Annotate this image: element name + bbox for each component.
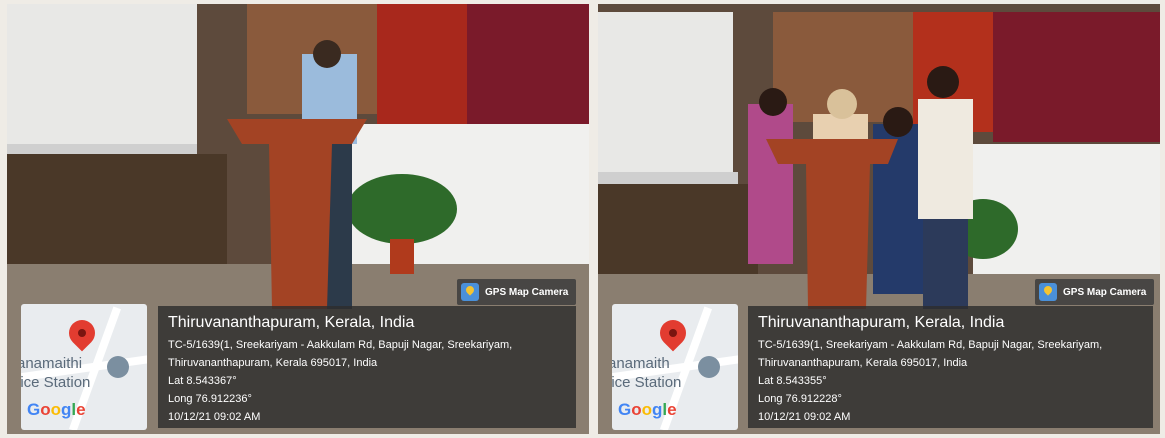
map-thumbnail[interactable]: anamaithi lice Station Google <box>21 304 147 430</box>
gps-camera-label: GPS Map Camera <box>1063 286 1147 298</box>
timestamp: 10/12/21 09:02 AM <box>758 411 851 423</box>
address-line-2: Thiruvananthapuram, Kerala 695017, India <box>168 357 378 369</box>
gps-camera-app-icon <box>461 283 479 301</box>
map-place-label: anamaith lice Station <box>612 355 682 391</box>
photo-right: GPS Map Camera anamaith lice Station Goo… <box>598 4 1160 434</box>
gps-camera-badge: GPS Map Camera <box>1035 279 1155 305</box>
longitude: Long 76.912228° <box>758 393 842 405</box>
location-city: Thiruvananthapuram, Kerala, India <box>758 314 1005 331</box>
photo-left: GPS Map Camera anamaithi lice Station Go… <box>7 4 589 434</box>
latitude: Lat 8.543367° <box>168 375 237 387</box>
gps-camera-app-icon <box>1039 283 1057 301</box>
location-info-box: Thiruvananthapuram, Kerala, India TC-5/1… <box>158 306 576 428</box>
latitude: Lat 8.543355° <box>758 375 827 387</box>
gps-camera-label: GPS Map Camera <box>485 286 569 298</box>
map-place-label: anamaithi lice Station <box>21 355 91 391</box>
location-pin-icon <box>63 314 101 352</box>
police-station-icon <box>698 356 720 378</box>
gps-camera-badge: GPS Map Camera <box>457 279 577 305</box>
police-station-icon <box>107 356 129 378</box>
google-logo: Google <box>27 400 86 419</box>
address-line-1: TC-5/1639(1, Sreekariyam - Aakkulam Rd, … <box>168 339 513 351</box>
map-thumbnail[interactable]: anamaith lice Station Google <box>612 304 738 430</box>
address-line-2: Thiruvananthapuram, Kerala 695017, India <box>758 357 968 369</box>
location-info-box: Thiruvananthapuram, Kerala, India TC-5/1… <box>748 306 1153 428</box>
google-logo: Google <box>618 400 677 419</box>
location-pin-icon <box>654 314 692 352</box>
address-line-1: TC-5/1639(1, Sreekariyam - Aakkulam Rd, … <box>758 339 1103 351</box>
timestamp: 10/12/21 09:02 AM <box>168 411 261 423</box>
longitude: Long 76.912236° <box>168 393 252 405</box>
location-city: Thiruvananthapuram, Kerala, India <box>168 314 415 331</box>
